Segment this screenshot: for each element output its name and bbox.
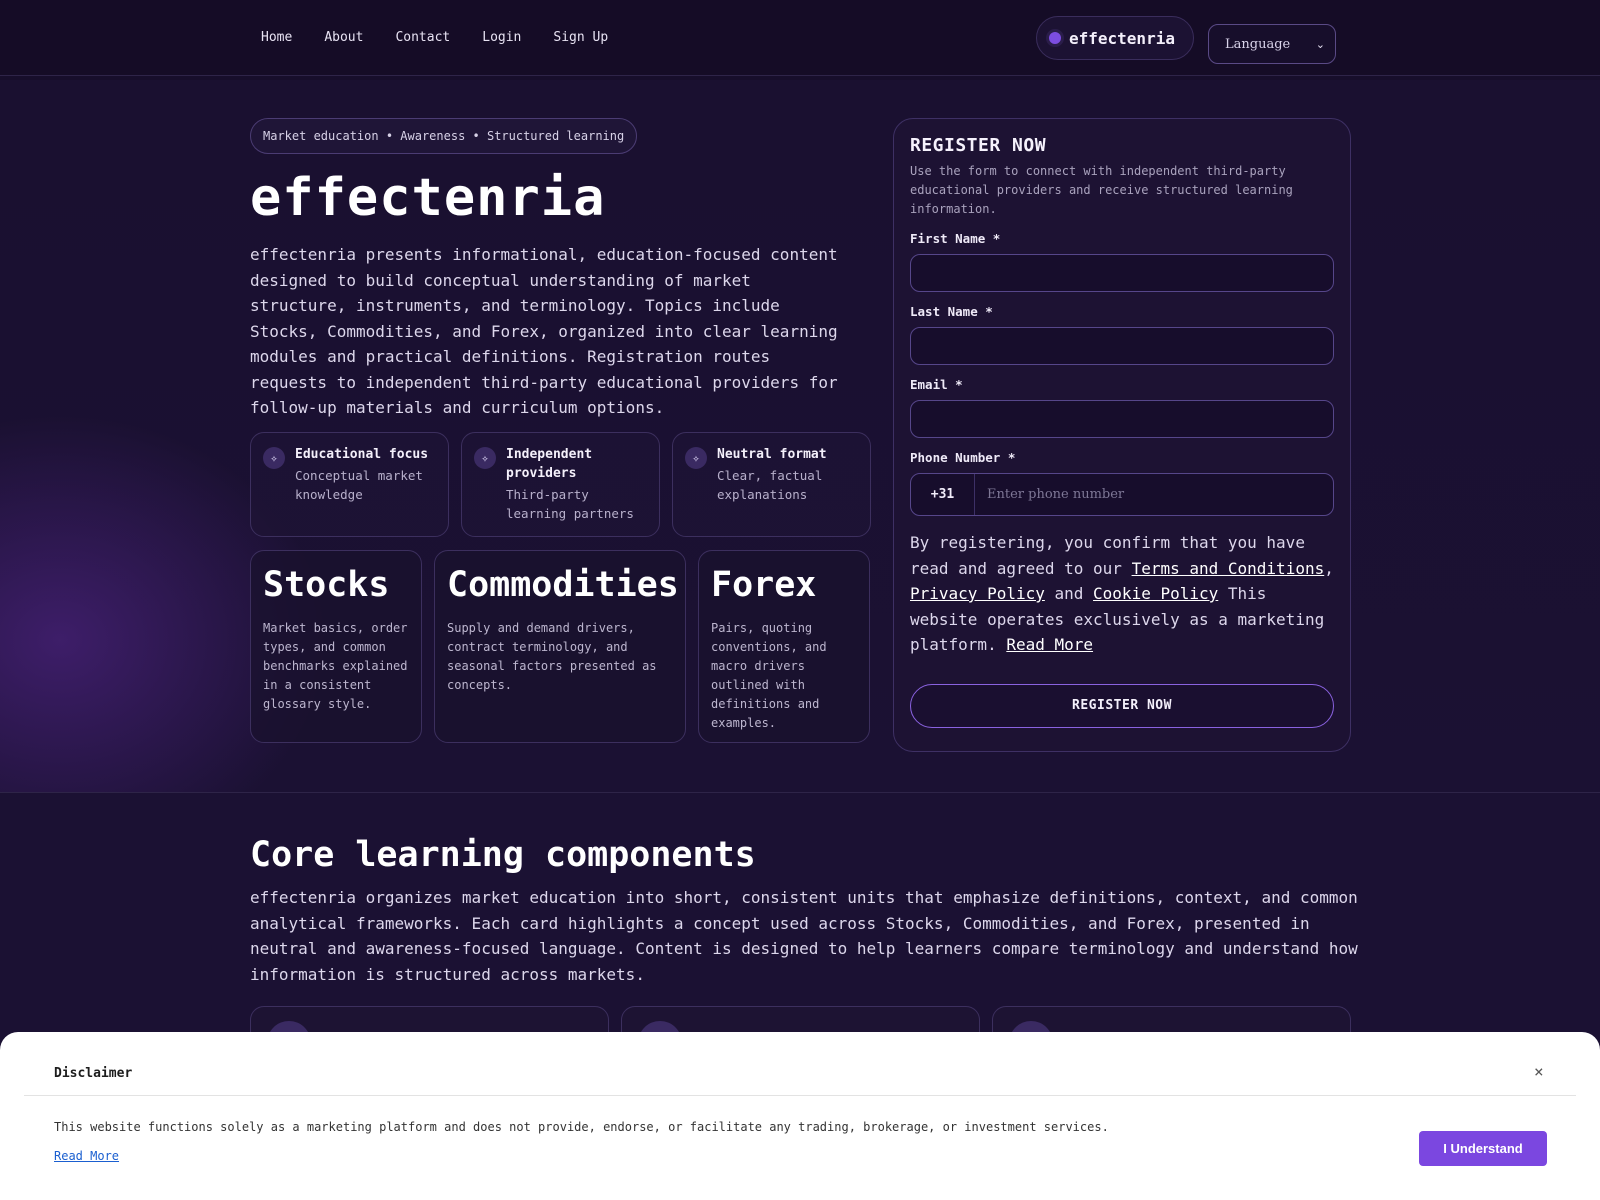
market-title: Stocks [263,565,390,605]
hero-title: effectenria [250,168,606,228]
feature-subtitle: Clear, factual explanations [717,468,823,502]
core-title: Core learning components [250,835,756,875]
hero-tagline: Market education • Awareness • Structure… [250,118,638,154]
disclaimer-read-more-link[interactable]: Read More [54,1149,119,1163]
register-title: REGISTER NOW [910,135,1047,156]
nav-link-home[interactable]: Home [261,30,292,45]
consent-comma: , [1324,558,1334,578]
market-title: Forex [711,565,817,605]
nav-link-contact[interactable]: Contact [395,30,450,45]
understand-button[interactable]: I Understand [1419,1131,1547,1166]
sparkle-icon: ✧ [685,447,707,469]
feature-title: Educational focus [295,447,429,462]
feature-subtitle: Third-party learning partners [506,487,634,521]
brand-dot-icon [1049,32,1061,44]
last-name-label: Last Name * [910,304,993,319]
market-description: Pairs, quoting conventions, and macro dr… [711,621,827,730]
privacy-link[interactable]: Privacy Policy [910,584,1045,603]
feature-card-neutral-format: ✧ Neutral format Clear, factual explanat… [672,432,871,537]
nav-link-login[interactable]: Login [482,30,521,45]
first-name-field[interactable] [910,254,1334,292]
market-list: Stocks Market basics, order types, and c… [250,550,870,743]
nav-links: Home About Contact Login Sign Up [261,30,608,45]
register-form: REGISTER NOW Use the form to connect wit… [893,118,1351,752]
disclaimer-text: This website functions solely as a marke… [54,1120,1109,1134]
terms-link[interactable]: Terms and Conditions [1132,559,1325,578]
register-button[interactable]: REGISTER NOW [910,683,1334,728]
email-field[interactable] [910,400,1334,438]
consent-text: By registering, you confirm that you hav… [910,530,1334,658]
market-description: Supply and demand drivers, contract term… [447,621,657,692]
read-more-link[interactable]: Read More [1006,635,1093,654]
first-name-label: First Name * [910,231,1001,246]
market-card-stocks: Stocks Market basics, order types, and c… [250,550,422,743]
consent-and: and [1044,584,1094,603]
feature-subtitle: Conceptual market knowledge [295,468,423,502]
core-description: effectenria organizes market education i… [250,888,1358,984]
language-select[interactable]: Language ⌄ [1208,24,1336,64]
nav-link-signup[interactable]: Sign Up [553,30,608,45]
language-select-value: Language [1225,36,1291,52]
chevron-down-icon: ⌄ [1315,37,1325,51]
phone-label: Phone Number * [910,450,1016,465]
divider [24,1095,1576,1096]
hero-description: effectenria presents informational, educ… [250,245,838,417]
email-label: Email * [910,377,963,392]
feature-title: Neutral format [717,447,827,462]
nav-link-about[interactable]: About [324,30,363,45]
hero-section: Market education • Awareness • Structure… [250,118,870,421]
feature-card-educational-focus: ✧ Educational focus Conceptual market kn… [250,432,449,537]
feature-card-independent-providers: ✧ Independent providers Third-party lear… [461,432,660,537]
feature-list: ✧ Educational focus Conceptual market kn… [250,432,871,537]
disclaimer-banner: Disclaimer × This website functions sole… [0,1032,1600,1200]
last-name-field[interactable] [910,327,1334,365]
register-subtitle: Use the form to connect with independent… [910,164,1293,216]
feature-title: Independent providers [506,447,593,481]
cookie-link[interactable]: Cookie Policy [1093,584,1218,603]
phone-field[interactable]: Enter phone number [975,487,1124,502]
market-card-forex: Forex Pairs, quoting conventions, and ma… [698,550,870,743]
brand-logo[interactable]: effectenria [1036,16,1194,60]
phone-field-group: +31 Enter phone number [910,473,1334,516]
brand-name: effectenria [1069,28,1175,48]
sparkle-icon: ✧ [474,447,496,469]
market-card-commodities: Commodities Supply and demand drivers, c… [434,550,686,743]
sparkle-icon: ✧ [263,447,285,469]
market-description: Market basics, order types, and common b… [263,621,408,711]
close-icon[interactable]: × [1534,1062,1544,1081]
phone-country-code[interactable]: +31 [911,474,975,515]
market-title: Commodities [447,565,679,605]
disclaimer-title: Disclaimer [54,1066,133,1081]
top-nav: Home About Contact Login Sign Up effecte… [0,0,1600,76]
